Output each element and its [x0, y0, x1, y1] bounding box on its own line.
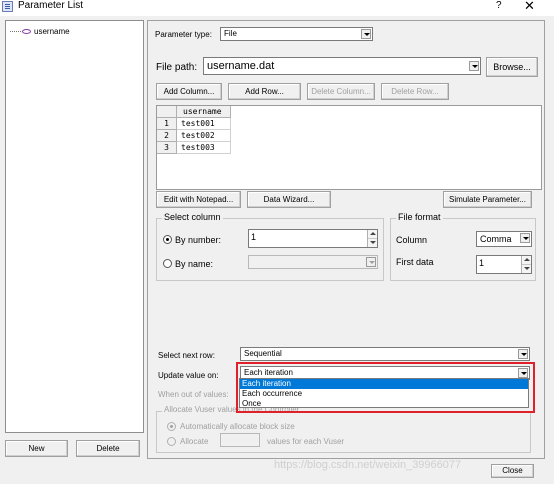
row-number[interactable]: 3	[157, 142, 177, 154]
chevron-down-icon	[518, 349, 528, 359]
title-bar: Parameter List ? ✕	[0, 0, 554, 16]
first-data-label: First data	[396, 257, 434, 267]
row-number[interactable]: 1	[157, 118, 177, 130]
annotation-highlight-box	[236, 362, 535, 413]
column-number-spinner[interactable]: 1	[248, 229, 378, 248]
tree-item-label: username	[34, 27, 70, 36]
parameter-icon	[22, 29, 31, 34]
chevron-down-icon	[469, 61, 479, 71]
file-format-title: File format	[396, 212, 443, 222]
select-column-group: Select column By number: 1 By name:	[156, 212, 384, 281]
update-value-label: Update value on:	[158, 371, 219, 380]
help-button[interactable]: ?	[496, 0, 502, 12]
allocate-radio[interactable]	[167, 437, 176, 446]
by-name-label: By name:	[175, 259, 214, 269]
column-header[interactable]: username	[177, 106, 231, 118]
select-column-title: Select column	[162, 212, 223, 222]
parameter-list-icon	[2, 1, 13, 12]
auto-allocate-radio[interactable]	[167, 422, 176, 431]
allocate-vuser-group: Allocate Vuser values in the Controller …	[156, 405, 531, 453]
simulate-parameter-button[interactable]: Simulate Parameter...	[443, 191, 532, 208]
when-out-of-values-label: When out of values:	[158, 390, 229, 399]
select-next-row-label: Select next row:	[158, 351, 215, 360]
column-delimiter-select[interactable]: Comma	[476, 231, 532, 247]
column-number-value: 1	[251, 232, 257, 242]
first-data-value: 1	[479, 258, 485, 268]
table-cell[interactable]: test002	[177, 130, 231, 142]
spinner-arrows-icon[interactable]	[367, 230, 377, 247]
file-path-label: File path:	[156, 62, 198, 73]
delete-column-button[interactable]: Delete Column...	[307, 83, 375, 100]
parameter-type-label: Parameter type:	[155, 30, 212, 39]
row-number[interactable]: 2	[157, 130, 177, 142]
tree-connector	[10, 31, 21, 32]
by-number-radio[interactable]	[163, 235, 172, 244]
grid-corner	[157, 106, 177, 118]
table-cell[interactable]: test003	[177, 142, 231, 154]
close-button[interactable]: Close	[491, 464, 534, 478]
column-delimiter-value: Comma	[480, 234, 512, 244]
chevron-down-icon	[366, 257, 376, 267]
new-button[interactable]: New	[5, 440, 68, 457]
allocate-suffix-label: values for each Vuser	[267, 437, 345, 446]
column-delimiter-label: Column	[396, 235, 428, 245]
file-format-group: File format Column Comma First data 1	[390, 212, 536, 281]
parameter-tree[interactable]: username	[5, 20, 144, 433]
by-name-radio[interactable]	[163, 259, 172, 268]
chevron-down-icon	[520, 233, 530, 243]
parameter-type-select[interactable]: File	[220, 27, 373, 41]
tree-item-username[interactable]: username	[10, 27, 70, 36]
parameter-type-value: File	[224, 29, 237, 38]
column-name-select[interactable]	[248, 255, 378, 269]
spinner-arrows-icon[interactable]	[521, 256, 531, 273]
delete-button[interactable]: Delete	[76, 440, 140, 457]
table-cell[interactable]: test001	[177, 118, 231, 130]
window-title: Parameter List	[18, 0, 84, 11]
select-next-row-select[interactable]: Sequential	[240, 347, 530, 361]
file-path-input[interactable]: username.dat	[203, 57, 481, 75]
watermark-text: https://blog.csdn.net/weixin_39966077	[274, 459, 462, 471]
first-data-spinner[interactable]: 1	[476, 255, 532, 274]
add-column-button[interactable]: Add Column...	[156, 83, 222, 100]
browse-button[interactable]: Browse...	[486, 57, 538, 77]
close-icon[interactable]: ✕	[524, 0, 535, 13]
edit-with-notepad-button[interactable]: Edit with Notepad...	[156, 191, 241, 208]
allocate-block-input[interactable]	[220, 433, 260, 447]
file-path-value: username.dat	[207, 60, 275, 72]
allocate-label: Allocate	[180, 437, 209, 446]
data-grid[interactable]: username 1 test001 2 test002 3 test003	[156, 105, 542, 190]
chevron-down-icon	[361, 29, 371, 39]
by-number-label: By number:	[175, 235, 222, 245]
delete-row-button[interactable]: Delete Row...	[381, 83, 449, 100]
auto-allocate-label: Automatically allocate block size	[180, 422, 295, 431]
select-next-row-value: Sequential	[244, 349, 282, 358]
data-wizard-button[interactable]: Data Wizard...	[247, 191, 331, 208]
add-row-button[interactable]: Add Row...	[228, 83, 301, 100]
